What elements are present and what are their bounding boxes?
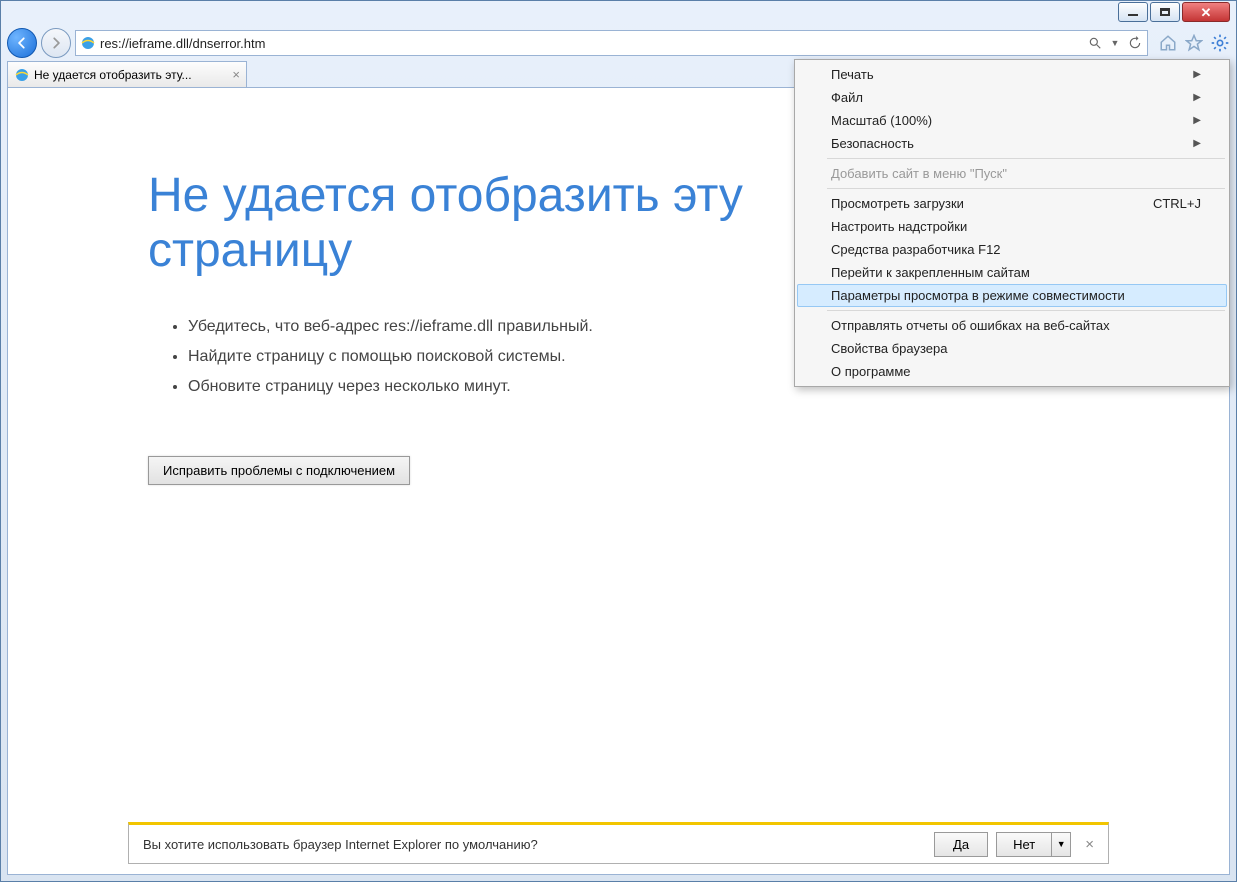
- address-bar[interactable]: ▼: [75, 30, 1148, 56]
- menu-item[interactable]: Свойства браузера: [797, 337, 1227, 360]
- notification-no-split-button: Нет ▼: [996, 832, 1071, 857]
- refresh-icon[interactable]: [1127, 35, 1143, 51]
- favorites-icon[interactable]: [1184, 33, 1204, 53]
- browser-tab[interactable]: Не удается отобразить эту... ×: [7, 61, 247, 87]
- close-icon: ✕: [1201, 6, 1212, 19]
- home-icon[interactable]: [1158, 33, 1178, 53]
- forward-button[interactable]: [41, 28, 71, 58]
- notification-text: Вы хотите использовать браузер Internet …: [143, 837, 926, 852]
- notification-yes-button[interactable]: Да: [934, 832, 988, 857]
- toolbar-icons: [1158, 33, 1230, 53]
- minimize-icon: [1128, 14, 1138, 16]
- menu-item[interactable]: Печать ▶: [797, 63, 1227, 86]
- menu-item-label: Свойства браузера: [831, 341, 947, 356]
- window-titlebar: ✕: [1, 1, 1236, 25]
- menu-item-label: Средства разработчика F12: [831, 242, 1001, 257]
- back-arrow-icon: [15, 36, 29, 50]
- maximize-icon: [1160, 8, 1170, 16]
- search-icon[interactable]: [1087, 35, 1103, 51]
- menu-item[interactable]: Средства разработчика F12: [797, 238, 1227, 261]
- menu-item-label: Файл: [831, 90, 863, 105]
- menu-item-label: Отправлять отчеты об ошибках на веб-сайт…: [831, 318, 1110, 333]
- tools-menu: Печать ▶ Файл ▶ Масштаб (100%) ▶ Безопасность ▶…: [794, 59, 1230, 387]
- menu-separator: [827, 158, 1225, 159]
- menu-shortcut: CTRL+J: [1153, 196, 1201, 211]
- menu-item[interactable]: Файл ▶: [797, 86, 1227, 109]
- menu-separator: [827, 188, 1225, 189]
- notification-close-icon[interactable]: ×: [1085, 836, 1094, 853]
- menu-item[interactable]: Параметры просмотра в режиме совместимос…: [797, 284, 1227, 307]
- menu-item[interactable]: Безопасность ▶: [797, 132, 1227, 155]
- menu-item[interactable]: Просмотреть загрузки CTRL+J: [797, 192, 1227, 215]
- notification-no-dropdown[interactable]: ▼: [1051, 832, 1071, 857]
- default-browser-notification: Вы хотите использовать браузер Internet …: [128, 822, 1109, 864]
- navigation-bar: ▼: [7, 27, 1230, 59]
- menu-item-label: Добавить сайт в меню "Пуск": [831, 166, 1007, 181]
- submenu-arrow-icon: ▶: [1193, 138, 1201, 149]
- ie-icon: [14, 67, 30, 83]
- search-dropdown-icon[interactable]: ▼: [1107, 35, 1123, 51]
- minimize-button[interactable]: [1118, 2, 1148, 22]
- tab-close-icon[interactable]: ×: [232, 67, 240, 82]
- menu-item-label: Печать: [831, 67, 874, 82]
- menu-item[interactable]: Перейти к закрепленным сайтам: [797, 261, 1227, 284]
- submenu-arrow-icon: ▶: [1193, 115, 1201, 126]
- notification-no-button[interactable]: Нет: [996, 832, 1051, 857]
- menu-item[interactable]: Масштаб (100%) ▶: [797, 109, 1227, 132]
- close-window-button[interactable]: ✕: [1182, 2, 1230, 22]
- menu-item-label: Масштаб (100%): [831, 113, 932, 128]
- forward-arrow-icon: [49, 36, 63, 50]
- tab-title: Не удается отобразить эту...: [34, 68, 226, 82]
- menu-item-label: Безопасность: [831, 136, 914, 151]
- fix-connection-button[interactable]: Исправить проблемы с подключением: [148, 456, 410, 485]
- error-heading: Не удается отобразить эту страницу: [148, 168, 868, 278]
- url-input[interactable]: [100, 36, 1083, 51]
- menu-item-label: Настроить надстройки: [831, 219, 967, 234]
- menu-item[interactable]: О программе: [797, 360, 1227, 383]
- menu-item-label: Просмотреть загрузки: [831, 196, 964, 211]
- submenu-arrow-icon: ▶: [1193, 69, 1201, 80]
- back-button[interactable]: [7, 28, 37, 58]
- menu-item[interactable]: Отправлять отчеты об ошибках на веб-сайт…: [797, 314, 1227, 337]
- menu-item: Добавить сайт в меню "Пуск": [797, 162, 1227, 185]
- submenu-arrow-icon: ▶: [1193, 92, 1201, 103]
- ie-icon: [80, 35, 96, 51]
- browser-window: ✕ ▼: [0, 0, 1237, 882]
- menu-item[interactable]: Настроить надстройки: [797, 215, 1227, 238]
- menu-separator: [827, 310, 1225, 311]
- menu-item-label: О программе: [831, 364, 911, 379]
- menu-item-label: Параметры просмотра в режиме совместимос…: [831, 288, 1125, 303]
- tools-icon[interactable]: [1210, 33, 1230, 53]
- menu-item-label: Перейти к закрепленным сайтам: [831, 265, 1030, 280]
- window-controls: ✕: [1118, 2, 1230, 22]
- maximize-button[interactable]: [1150, 2, 1180, 22]
